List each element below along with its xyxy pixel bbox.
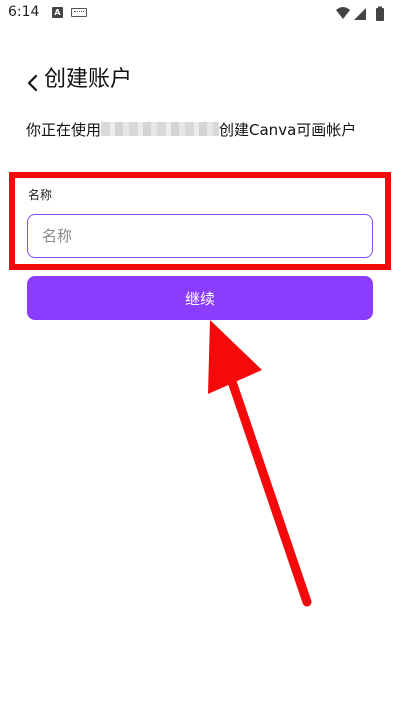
account-description: 你正在使用 创建Canva可画帐户 — [26, 118, 376, 142]
continue-button[interactable]: 继续 — [27, 276, 373, 320]
battery-icon — [376, 6, 384, 21]
status-icons — [334, 6, 390, 22]
status-bar: 6:14 A — [0, 0, 400, 28]
a-notification-icon: A — [52, 7, 63, 18]
description-prefix: 你正在使用 — [26, 121, 102, 139]
wifi-icon — [336, 7, 350, 19]
name-input[interactable] — [27, 214, 373, 258]
annotation-arrow — [208, 320, 312, 607]
keyboard-icon — [71, 8, 87, 17]
signal-icon — [354, 8, 366, 20]
status-time: 6:14 — [8, 4, 40, 20]
page-title: 创建账户 — [44, 67, 133, 92]
blurred-email — [101, 122, 220, 136]
chevron-left-icon[interactable] — [24, 70, 42, 94]
name-field-label: 名称 — [28, 188, 53, 202]
description-suffix: 创建Canva可画帐户 — [219, 121, 357, 139]
